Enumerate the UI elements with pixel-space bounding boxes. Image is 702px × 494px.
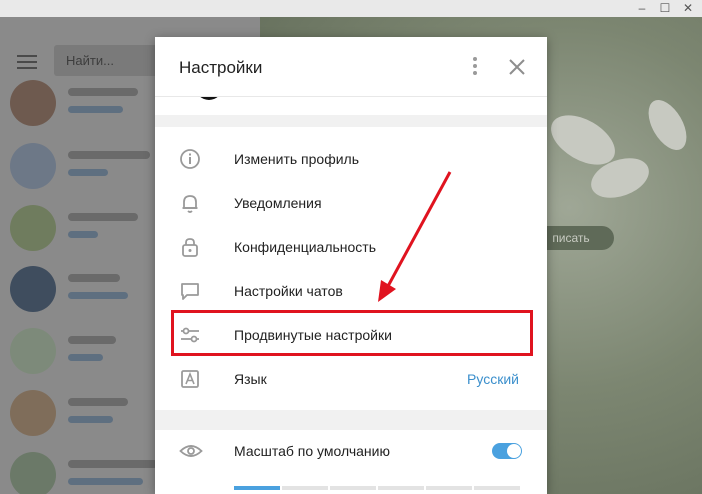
language-value[interactable]: Русский [467,371,519,387]
bell-icon [179,192,201,214]
settings-item-label: Настройки чатов [234,283,343,299]
default-scale-toggle[interactable] [492,443,522,459]
avatar [10,390,56,436]
avatar [10,328,56,374]
settings-item-language[interactable]: Язык Русский [155,357,547,401]
avatar [10,452,56,494]
lock-icon [179,236,201,258]
more-options-icon[interactable] [467,57,483,77]
window-titlebar: – ☐ ✕ [0,0,702,17]
settings-item-label: Масштаб по умолчанию [234,443,390,459]
section-divider [155,410,547,430]
avatar [10,143,56,189]
settings-item-edit-profile[interactable]: Изменить профиль [155,137,547,181]
maximize-button[interactable]: ☐ [654,0,676,17]
dialog-header: Настройки [155,37,547,97]
settings-item-label: Язык [234,371,267,387]
settings-item-default-scale[interactable]: Масштаб по умолчанию [155,429,547,473]
settings-item-label: Уведомления [234,195,322,211]
settings-dialog: Настройки Изменить профиль Уведомления К… [155,37,547,494]
minimize-button[interactable]: – [631,0,653,17]
avatar [10,80,56,126]
settings-item-privacy[interactable]: Конфиденциальность [155,225,547,269]
settings-item-label: Изменить профиль [234,151,359,167]
close-icon[interactable] [505,55,529,79]
dialog-title: Настройки [179,58,263,77]
eye-icon [179,440,203,462]
settings-item-notifications[interactable]: Уведомления [155,181,547,225]
hamburger-menu-icon[interactable] [17,55,37,69]
chat-bubble-icon [179,280,201,302]
settings-item-chat-settings[interactable]: Настройки чатов [155,269,547,313]
close-window-button[interactable]: ✕ [677,0,699,17]
language-icon [179,368,201,390]
section-divider [155,115,547,127]
scale-slider[interactable] [234,486,520,490]
info-icon [179,148,201,170]
avatar [10,205,56,251]
avatar [10,266,56,312]
annotation-highlight-box [171,310,533,356]
settings-item-label: Конфиденциальность [234,239,377,255]
